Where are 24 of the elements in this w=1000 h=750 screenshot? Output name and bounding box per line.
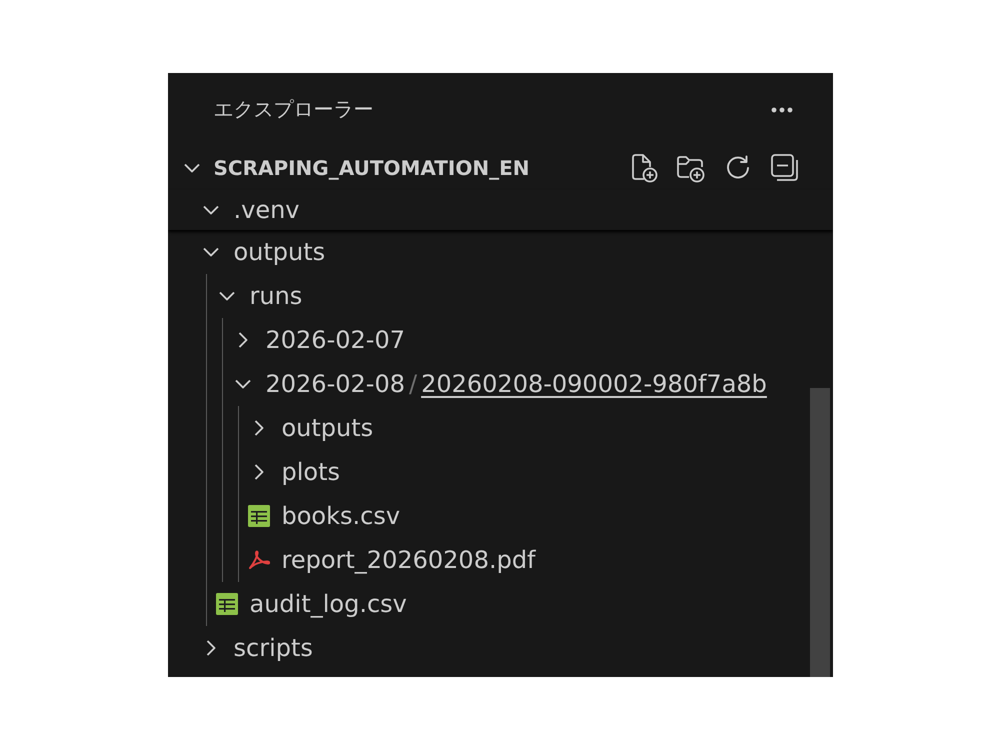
folder-name[interactable]: 2026-02-07 (266, 326, 405, 354)
panel-title: エクスプローラー (214, 96, 374, 123)
file-name[interactable]: audit_log.csv (250, 590, 407, 618)
file-name[interactable]: books.csv (282, 502, 400, 530)
folder-name[interactable]: 2026-02-08 (266, 370, 405, 398)
more-icon (770, 106, 792, 112)
folder-name[interactable]: runs (250, 282, 302, 310)
refresh-icon (724, 155, 750, 181)
folder-name[interactable]: scripts (234, 634, 313, 662)
workspace-name[interactable]: SCRAPING_AUTOMATION_EN (214, 156, 530, 180)
file-name[interactable]: report_20260208.pdf (282, 546, 536, 574)
scrollbar-thumb[interactable] (810, 388, 830, 677)
collapse-all-icon (770, 153, 800, 183)
folder-name[interactable]: outputs (234, 238, 326, 266)
pdf-icon (248, 550, 270, 570)
path-separator: / (408, 370, 418, 398)
folder-name[interactable]: outputs (282, 414, 374, 442)
folder-name[interactable]: 20260208-090002-980f7a8b (421, 370, 767, 398)
spreadsheet-icon (248, 505, 270, 527)
new-folder-icon (676, 153, 706, 183)
spreadsheet-icon (216, 593, 238, 615)
folder-name[interactable]: plots (282, 458, 340, 486)
folder-name[interactable]: .venv (234, 196, 300, 224)
new-file-icon (630, 153, 658, 183)
